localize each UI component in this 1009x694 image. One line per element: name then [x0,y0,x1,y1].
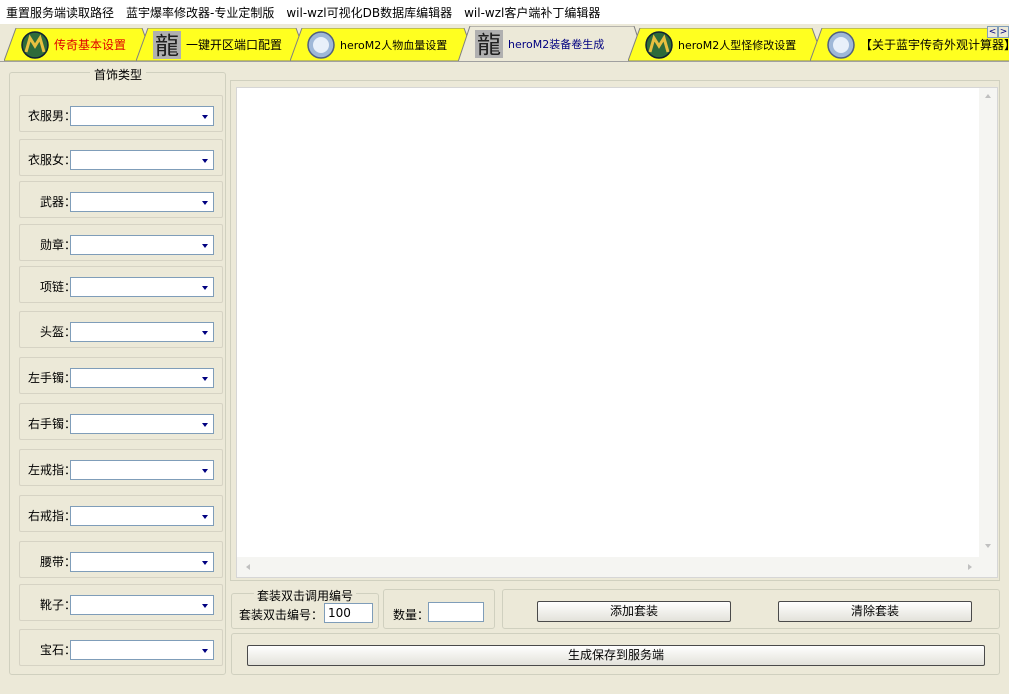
scroll-up-icon [985,94,991,98]
chevron-down-icon[interactable] [199,326,211,339]
left-bracelet-combo[interactable] [70,368,214,388]
chevron-down-icon[interactable] [199,154,211,167]
generate-group: 生成保存到服务端 [231,633,1000,675]
tab-monster-settings[interactable]: heroM2人型怪修改设置 [628,28,824,61]
globe-m-icon [20,30,50,60]
tab-scroll-right-button[interactable]: > [998,26,1009,38]
field-label: 左手镯： [27,371,76,385]
field-row-weapon: 武器： [19,181,223,218]
quantity-input[interactable] [428,602,484,622]
group-title: 首饰类型 [90,66,147,83]
svg-text:龍: 龍 [155,32,179,60]
quantity-group: 数量： [383,589,495,629]
dragon-glyph-icon: 龍 [474,29,504,59]
vertical-scrollbar[interactable] [979,88,997,558]
field-row-left-bracelet: 左手镯： [19,357,223,394]
scroll-right-icon [968,564,972,570]
tab-equipment-scroll[interactable]: 龍 heroM2装备卷生成 [458,26,646,61]
clear-suit-button[interactable]: 清除套装 [778,601,972,622]
field-row-right-bracelet: 右手镯： [19,403,223,440]
field-row-right-ring: 右戒指： [19,495,223,532]
chevron-down-icon[interactable] [199,556,211,569]
tab-scroll-nav: < > [987,26,1009,38]
weapon-combo[interactable] [70,192,214,212]
field-label: 右戒指： [27,509,76,523]
tab-about[interactable]: 【关于蓝宇传奇外观计算器】 [810,28,1009,61]
field-row-belt: 腰带： [19,541,223,578]
boots-combo[interactable] [70,595,214,615]
tab-port-config[interactable]: 龍 一键开区端口配置 [136,28,308,61]
chevron-down-icon[interactable] [199,239,211,252]
menu-item-drop-rate-editor[interactable]: 蓝宇爆率修改器-专业定制版 [126,4,274,21]
crystal-ball-icon [306,30,336,60]
tab-label: 【关于蓝宇传奇外观计算器】 [860,38,1009,52]
tab-strip: 传奇基本设置 龍 一键开区端口配置 heroM2人物血量设置 龍 heroM2装… [0,24,1009,62]
chevron-down-icon[interactable] [199,418,211,431]
field-row-necklace: 项链： [19,266,223,303]
necklace-combo[interactable] [70,277,214,297]
jewelry-type-group: 首饰类型 衣服男： 衣服女： 武器： 勋章： 项链： 头盔： 左手镯： 右手镯：… [9,66,226,675]
field-label: 衣服男： [27,109,76,123]
field-row-medal: 勋章： [19,224,223,261]
chevron-down-icon[interactable] [199,510,211,523]
clothes-female-combo[interactable] [70,150,214,170]
globe-m-icon [644,30,674,60]
field-row-left-ring: 左戒指： [19,449,223,486]
field-label: 衣服女： [27,153,76,167]
field-row-helmet: 头盔： [19,311,223,348]
crystal-ball-icon [826,30,856,60]
quantity-label: 数量： [393,608,430,622]
chevron-down-icon[interactable] [199,644,211,657]
field-row-boots: 靴子： [19,584,223,621]
right-bracelet-combo[interactable] [70,414,214,434]
right-ring-combo[interactable] [70,506,214,526]
group-title: 套装双击调用编号 [254,587,357,604]
menu-item-db-editor[interactable]: wil-wzl可视化DB数据库编辑器 [286,4,452,21]
suit-number-group: 套装双击调用编号 套装双击编号： [231,587,379,629]
add-suit-button[interactable]: 添加套装 [537,601,731,622]
output-panel [230,80,1000,581]
field-row-gem: 宝石： [19,629,223,666]
scroll-left-icon [246,564,250,570]
svg-text:龍: 龍 [477,31,501,59]
scroll-down-icon [985,544,991,548]
tab-label: 传奇基本设置 [54,38,127,52]
field-row-clothes-female: 衣服女： [19,139,223,176]
suit-actions-group: 添加套装 清除套装 [502,589,1000,629]
chevron-down-icon[interactable] [199,196,211,209]
horizontal-scrollbar[interactable] [237,557,981,577]
chevron-down-icon[interactable] [199,281,211,294]
menu-item-reset-path[interactable]: 重置服务端读取路径 [6,4,114,21]
gem-combo[interactable] [70,640,214,660]
chevron-down-icon[interactable] [199,464,211,477]
menu-item-patch-editor[interactable]: wil-wzl客户端补丁编辑器 [464,4,600,21]
chevron-down-icon[interactable] [199,372,211,385]
medal-combo[interactable] [70,235,214,255]
belt-combo[interactable] [70,552,214,572]
suit-number-input[interactable] [324,603,373,623]
chevron-down-icon[interactable] [199,110,211,123]
left-ring-combo[interactable] [70,460,214,480]
dragon-glyph-icon: 龍 [152,30,182,60]
generate-save-button[interactable]: 生成保存到服务端 [247,645,985,666]
output-textarea[interactable] [236,87,998,578]
field-row-clothes-male: 衣服男： [19,95,223,132]
tab-label: heroM2人物血量设置 [340,38,448,52]
menu-bar: 重置服务端读取路径 蓝宇爆率修改器-专业定制版 wil-wzl可视化DB数据库编… [0,0,1009,24]
suit-number-label: 套装双击编号： [239,608,324,622]
field-label: 右手镯： [27,417,76,431]
tab-scroll-left-button[interactable]: < [987,26,998,38]
clothes-male-combo[interactable] [70,106,214,126]
tab-label: heroM2人型怪修改设置 [678,38,797,52]
tab-label: 一键开区端口配置 [186,38,283,52]
tab-label: heroM2装备卷生成 [508,38,605,51]
tab-basic-settings[interactable]: 传奇基本设置 [4,28,154,61]
scrollbar-corner [979,557,997,577]
field-label: 左戒指： [27,463,76,477]
helmet-combo[interactable] [70,322,214,342]
tab-hp-settings[interactable]: heroM2人物血量设置 [290,28,476,61]
chevron-down-icon[interactable] [199,599,211,612]
